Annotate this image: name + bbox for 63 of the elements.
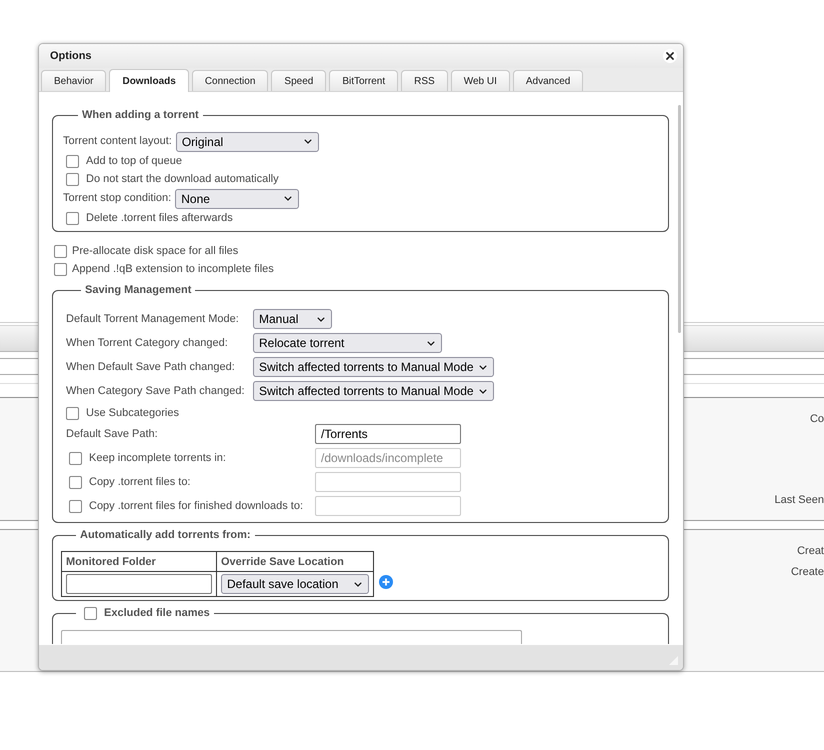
dropdown[interactable]: Manual [253,309,332,329]
group-title: Automatically add torrents from: [79,529,252,542]
dropdown[interactable]: Original [176,132,319,152]
scrollbar-thumb[interactable] [678,105,681,333]
checkbox[interactable] [66,172,79,186]
checkbox[interactable] [54,244,67,258]
field-label: Default Torrent Management Mode: [66,312,239,326]
checkbox[interactable] [66,154,79,168]
tab[interactable]: Connection [192,70,268,91]
checkbox-label: Delete .torrent files afterwards [86,212,233,224]
field-label: Last Seen [774,494,824,507]
field-label: Torrent content layout: [63,135,172,148]
tab[interactable]: Downloads [109,69,189,92]
dropdown[interactable]: Switch affected torrents to Manual Mode [253,381,494,401]
chevron-down-icon [304,139,312,144]
checkbox[interactable] [66,406,79,420]
checkbox-label: Add to top of queue [86,154,182,168]
field-label: When Default Save Path changed: [66,360,235,374]
group-title: Excluded file names [104,607,210,620]
checkbox-label: Pre-allocate disk space for all files [72,244,238,258]
column-header: Monitored Folder [62,552,216,572]
field-label: Torrent stop condition: [63,192,172,205]
dropdown[interactable]: Switch affected torrents to Manual Mode [253,357,494,377]
chevron-down-icon [317,316,325,322]
chevron-down-icon [354,582,362,586]
checkbox-label: Copy .torrent files to: [89,476,190,488]
close-button[interactable] [663,49,677,63]
text-field[interactable] [66,574,212,594]
dialog-title: Options [50,50,92,62]
checkbox[interactable] [84,607,97,620]
checkbox[interactable] [66,212,79,224]
field-label: Create [790,566,824,579]
tab[interactable]: BitTorrent [329,70,398,91]
group-title: Saving Management [84,284,192,297]
text-field[interactable]: /Torrents [315,424,461,444]
checkbox-label: Copy .torrent files for finished downloads to: [89,500,304,512]
tab[interactable]: RSS [401,70,448,91]
field-label: When Category Save Path changed: [66,384,245,398]
checkbox-label: Use Subcategories [86,406,179,420]
dropdown[interactable]: Relocate torrent [253,333,442,353]
dropdown[interactable]: Default save location [221,574,369,594]
field-label: Default Save Path: [66,428,158,440]
chevron-down-icon [479,388,487,394]
chevron-down-icon [479,364,487,370]
column-header: Override Save Location [216,552,374,572]
field-label: Co [810,413,824,426]
checkbox-label: Do not start the download automatically [86,172,279,186]
tab[interactable]: Behavior [41,70,106,91]
dropdown[interactable]: None [175,188,300,208]
close-icon [666,52,674,60]
plus-icon[interactable] [379,575,393,589]
chevron-down-icon [284,196,292,201]
tab[interactable]: Speed [271,70,326,91]
checkbox-label: Append .!qB extension to incomplete files [72,262,274,276]
chevron-down-icon [427,340,435,346]
tab[interactable]: Web UI [450,70,510,91]
field-label: When Torrent Category changed: [66,336,228,350]
tab[interactable]: Advanced [512,70,584,91]
checkbox-label: Keep incomplete torrents in: [89,452,226,464]
text-area-field[interactable] [61,630,522,644]
group-title: When adding a torrent [81,109,200,122]
checkbox[interactable] [54,262,67,276]
field-label: Creat [797,545,824,558]
